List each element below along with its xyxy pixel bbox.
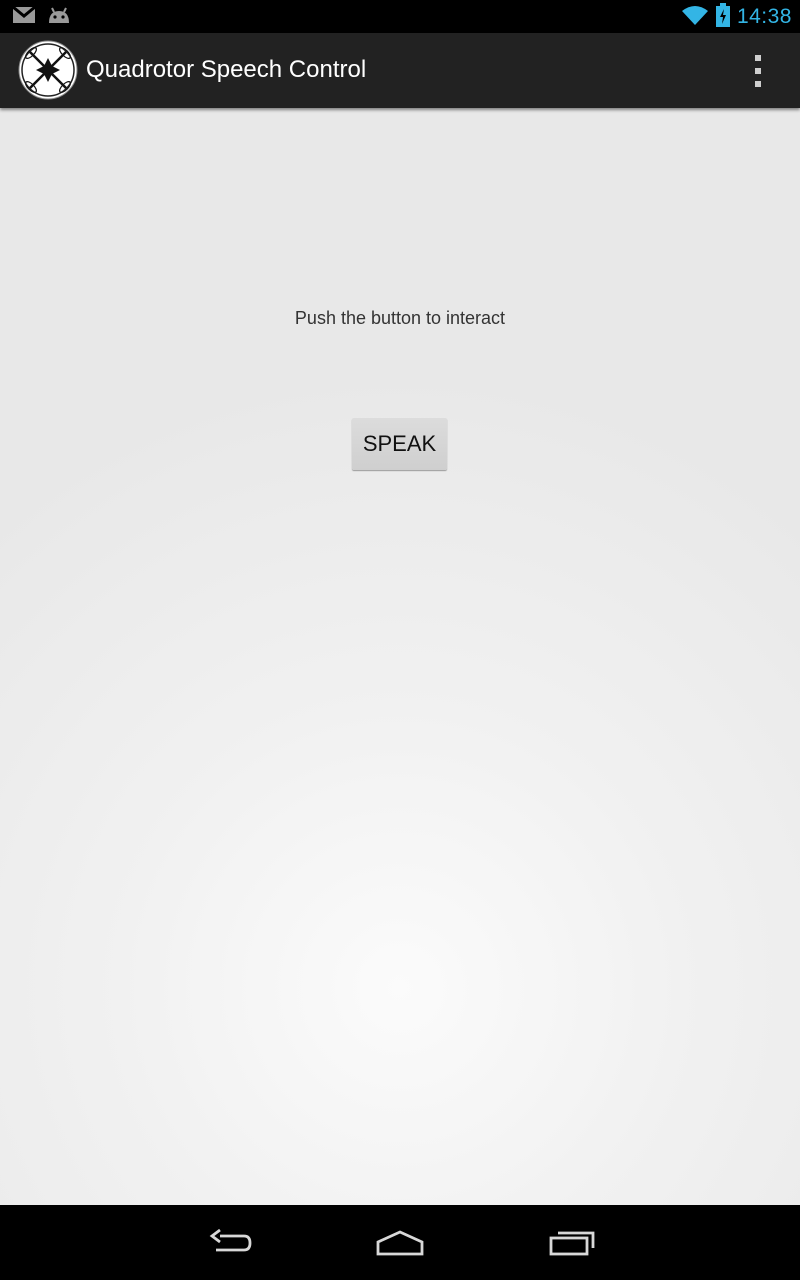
quadrotor-logo-icon[interactable]	[18, 40, 78, 100]
home-icon[interactable]	[370, 1223, 430, 1263]
wifi-icon	[681, 4, 709, 31]
system-status: 14:38	[681, 2, 792, 32]
gmail-icon	[12, 5, 36, 29]
speak-button[interactable]: SPEAK	[352, 418, 447, 470]
action-bar: Quadrotor Speech Control	[0, 33, 800, 108]
overflow-menu-icon[interactable]	[746, 55, 770, 87]
status-bar: 14:38	[0, 0, 800, 33]
main-content: Push the button to interact SPEAK	[0, 108, 800, 1205]
app-screen: 14:38 Quadrotor Speech Control Push the …	[0, 0, 800, 1280]
battery-charging-icon	[715, 2, 731, 32]
android-icon	[46, 6, 72, 29]
prompt-text: Push the button to interact	[294, 308, 506, 328]
app-title: Quadrotor Speech Control	[86, 56, 367, 83]
recent-apps-icon[interactable]	[542, 1223, 602, 1263]
back-icon[interactable]	[200, 1223, 260, 1263]
navigation-bar	[0, 1205, 800, 1280]
status-time: 14:38	[736, 5, 792, 28]
notification-icons	[12, 5, 72, 29]
